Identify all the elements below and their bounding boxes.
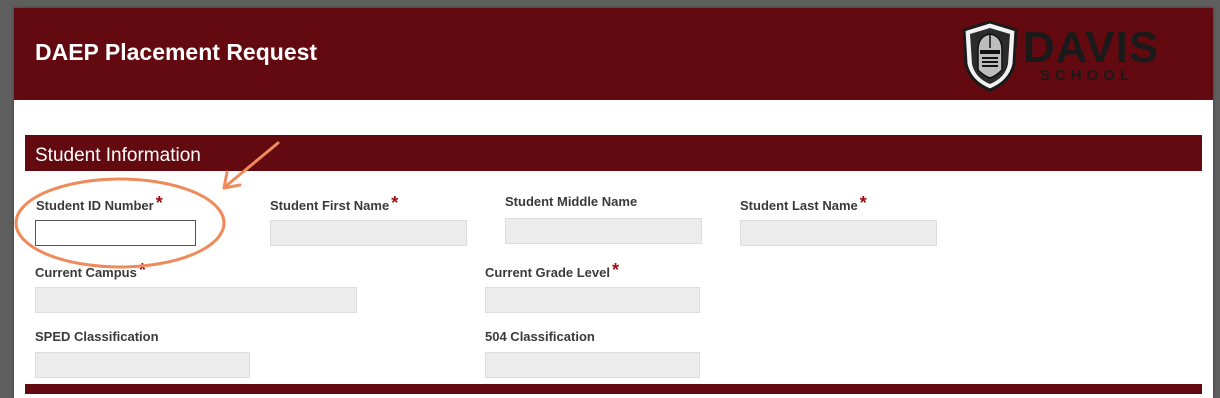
last-name-label: Student Last Name * (740, 193, 867, 215)
required-marker: * (155, 193, 163, 213)
current-campus-input[interactable] (35, 287, 357, 313)
student-id-input[interactable] (35, 220, 196, 246)
first-name-label: Student First Name * (270, 193, 399, 215)
section-title: Student Information (35, 145, 201, 166)
middle-name-input[interactable] (505, 218, 702, 244)
knight-helmet-icon (962, 20, 1018, 92)
student-id-label: Student ID Number * (36, 193, 163, 215)
last-name-label-text: Student Last Name (740, 198, 858, 213)
current-campus-label-text: Current Campus (35, 265, 137, 280)
page-title: DAEP Placement Request (35, 39, 318, 65)
first-name-input[interactable] (270, 220, 467, 246)
next-section-bar (25, 384, 1202, 394)
grade-level-input[interactable] (485, 287, 700, 313)
sped-input[interactable] (35, 352, 250, 378)
grade-level-label-text: Current Grade Level (485, 265, 610, 280)
logo-subtitle: SCHOOL (1040, 67, 1135, 84)
required-marker: * (391, 193, 399, 213)
student-id-label-text: Student ID Number (36, 198, 154, 213)
form-card: DAEP Placement Request DAVIS SCHOOL Stud… (14, 8, 1213, 398)
logo-name: DAVIS (1023, 23, 1160, 72)
page-header: DAEP Placement Request DAVIS SCHOOL (14, 8, 1213, 100)
first-name-label-text: Student First Name (270, 198, 390, 213)
required-marker: * (612, 260, 620, 280)
davis-school-logo: DAVIS SCHOOL (960, 20, 1170, 92)
c504-label: 504 Classification (485, 329, 595, 344)
c504-label-text: 504 Classification (485, 329, 595, 344)
middle-name-label: Student Middle Name (505, 194, 637, 209)
current-campus-label: Current Campus * (35, 260, 146, 282)
section-header: Student Information (25, 135, 1202, 171)
required-marker: * (859, 193, 867, 213)
required-marker: * (138, 260, 146, 280)
middle-name-label-text: Student Middle Name (505, 194, 638, 209)
sped-label: SPED Classification (35, 329, 159, 344)
c504-input[interactable] (485, 352, 700, 378)
grade-level-label: Current Grade Level * (485, 260, 620, 282)
last-name-input[interactable] (740, 220, 937, 246)
sped-label-text: SPED Classification (35, 329, 159, 344)
